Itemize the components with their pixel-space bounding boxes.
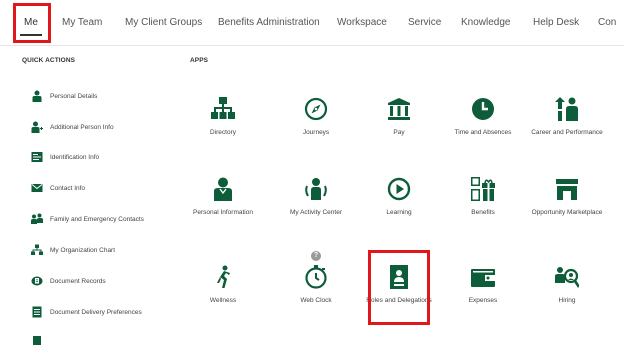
bank-icon [387, 97, 411, 121]
top-navigation: Me My Team My Client Groups Benefits Adm… [0, 0, 624, 46]
envelope-icon [30, 182, 43, 195]
app-label: Career and Performance [531, 129, 603, 136]
tab-knowledge[interactable]: Knowledge [461, 17, 510, 28]
quick-action-document-records[interactable]: Document Records [30, 273, 106, 289]
app-label: Hiring [558, 297, 576, 304]
app-label: Benefits [471, 209, 495, 216]
person-icon [30, 336, 43, 345]
tab-service[interactable]: Service [408, 17, 441, 28]
person-plus-icon [30, 121, 43, 134]
quick-action-personal-details[interactable]: Personal Details [30, 88, 97, 104]
family-icon [30, 213, 43, 226]
tab-my-team[interactable]: My Team [62, 17, 102, 28]
clock-icon [471, 97, 495, 121]
document-records-icon [30, 275, 43, 288]
quick-action-label: Contact Info [50, 184, 86, 192]
wallet-icon [471, 265, 495, 289]
quick-action-additional-person-info[interactable]: Additional Person Info [30, 119, 114, 135]
tab-benefits-administration[interactable]: Benefits Administration [218, 17, 320, 28]
quick-action-document-delivery-preferences[interactable]: Document Delivery Preferences [30, 304, 142, 320]
tab-me-highlight-box [13, 3, 51, 43]
tab-more-truncated[interactable]: Con [598, 17, 616, 28]
app-label: Opportunity Marketplace [531, 209, 603, 216]
activity-icon [304, 177, 328, 201]
gift-icon [471, 177, 495, 201]
tab-my-client-groups[interactable]: My Client Groups [125, 17, 202, 28]
runner-icon [211, 265, 235, 289]
roles-and-delegations-highlight-box [368, 250, 430, 325]
hiring-icon [555, 265, 581, 289]
quick-action-my-organization-chart[interactable]: My Organization Chart [30, 242, 115, 258]
document-list-icon [30, 306, 43, 319]
quick-action-partially-visible[interactable] [30, 334, 43, 345]
quick-action-label: Personal Details [50, 92, 98, 100]
help-question-icon[interactable]: ? [311, 251, 321, 261]
tab-workspace[interactable]: Workspace [337, 17, 387, 28]
quick-actions-heading: QUICK ACTIONS [22, 57, 76, 64]
app-label: Expenses [468, 297, 498, 304]
quick-action-label: Document Delivery Preferences [50, 308, 142, 316]
play-icon [387, 177, 411, 201]
tab-help-desk[interactable]: Help Desk [533, 17, 579, 28]
app-label: Web Clock [300, 297, 332, 304]
quick-action-label: Additional Person Info [50, 123, 114, 131]
quick-action-identification-info[interactable]: Identification Info [30, 149, 99, 165]
app-label: Directory [209, 129, 236, 136]
store-icon [555, 177, 579, 201]
apps-heading: APPS [190, 57, 209, 64]
quick-action-label: My Organization Chart [50, 246, 116, 254]
career-icon [555, 97, 579, 121]
app-label: Wellness [209, 297, 237, 304]
person-icon [211, 177, 235, 201]
app-label: My Activity Center [289, 209, 342, 216]
app-label: Learning [386, 209, 412, 216]
id-card-icon [30, 151, 43, 164]
stopwatch-icon [304, 265, 328, 289]
directory-icon [211, 97, 235, 121]
quick-action-contact-info[interactable]: Contact Info [30, 180, 85, 196]
app-label: Personal Information [193, 209, 253, 216]
app-label: Time and Absences [454, 129, 512, 136]
app-label: Journeys [302, 129, 330, 136]
quick-action-family-and-emergency-contacts[interactable]: Family and Emergency Contacts [30, 211, 144, 227]
person-icon [30, 90, 43, 103]
org-chart-icon [30, 244, 43, 257]
quick-action-label: Family and Emergency Contacts [50, 215, 144, 223]
quick-action-label: Identification Info [50, 153, 100, 161]
quick-action-label: Document Records [50, 277, 106, 285]
compass-icon [304, 97, 328, 121]
app-label: Pay [393, 129, 405, 136]
